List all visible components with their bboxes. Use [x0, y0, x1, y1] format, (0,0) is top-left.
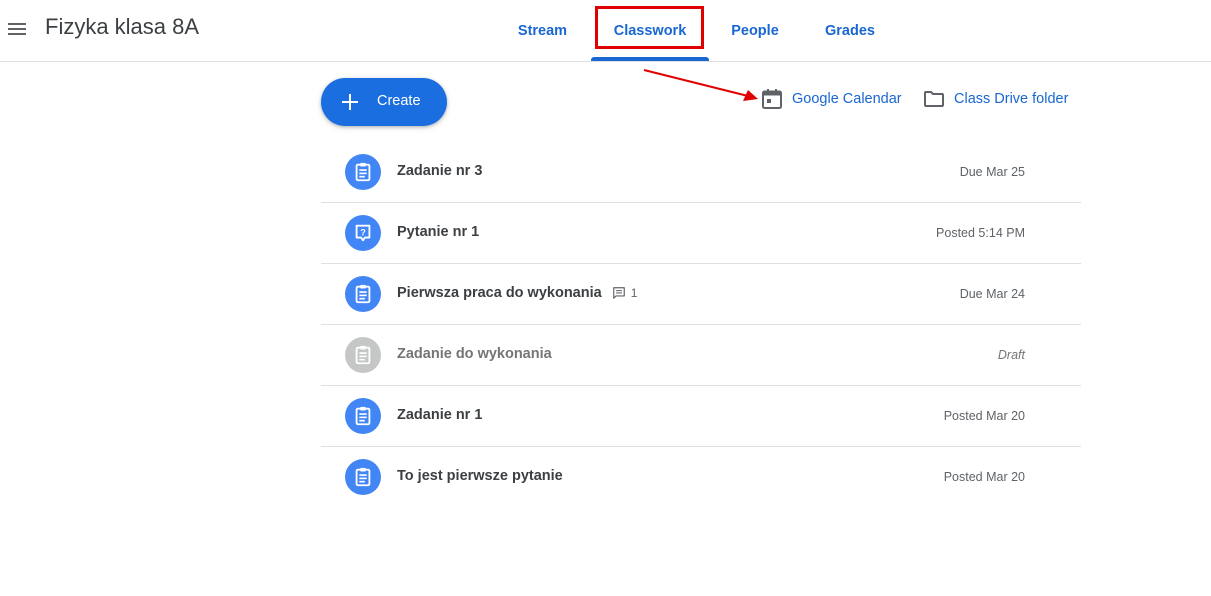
- classwork-list: Zadanie nr 3 Due Mar 25 ? Pytanie nr 1 P…: [321, 142, 1081, 508]
- classwork-item-date: Due Mar 25: [959, 165, 1025, 179]
- classwork-item-title-text: Pierwsza praca do wykonania: [397, 285, 602, 301]
- classwork-item[interactable]: Zadanie nr 1 Posted Mar 20: [321, 386, 1081, 447]
- class-title[interactable]: Fizyka klasa 8A: [45, 14, 199, 40]
- assignment-icon: [345, 398, 381, 434]
- classwork-item-title: Pierwsza praca do wykonania 1: [397, 285, 637, 301]
- classwork-item-title: To jest pierwsze pytanie: [397, 468, 563, 484]
- tab-stream[interactable]: Stream: [505, 0, 580, 61]
- assignment-icon: [345, 337, 381, 373]
- classwork-item-title: Pytanie nr 1: [397, 224, 480, 240]
- calendar-icon: [762, 89, 782, 109]
- annotation-highlight-box: [595, 6, 704, 49]
- assignment-icon: [345, 154, 381, 190]
- top-app-bar: Fizyka klasa 8A Stream Classwork People …: [0, 0, 1211, 62]
- create-button-label: Create: [377, 93, 421, 109]
- annotation-arrow: [643, 69, 758, 101]
- svg-text:?: ?: [360, 227, 366, 237]
- tab-people[interactable]: People: [722, 0, 788, 61]
- plus-icon: [342, 94, 358, 110]
- class-drive-folder-label: Class Drive folder: [954, 91, 1069, 107]
- tab-grades[interactable]: Grades: [815, 0, 885, 61]
- comment-icon: [612, 287, 625, 299]
- assignment-icon: [345, 459, 381, 495]
- hamburger-menu-icon: [8, 23, 26, 35]
- classwork-item-date: Posted 5:14 PM: [936, 226, 1025, 240]
- classwork-item[interactable]: Pierwsza praca do wykonania 1 Due Mar 24: [321, 264, 1081, 325]
- folder-icon: [924, 91, 944, 107]
- active-tab-indicator: [591, 57, 709, 61]
- question-icon: ?: [345, 215, 381, 251]
- google-calendar-label: Google Calendar: [792, 91, 902, 107]
- classwork-item[interactable]: To jest pierwsze pytanie Posted Mar 20: [321, 447, 1081, 508]
- classwork-item[interactable]: Zadanie nr 3 Due Mar 25: [321, 142, 1081, 203]
- classwork-item-date: Posted Mar 20: [943, 409, 1025, 423]
- classwork-item[interactable]: Zadanie do wykonania Draft: [321, 325, 1081, 386]
- comment-count-value: 1: [630, 286, 638, 300]
- classwork-item-title: Zadanie nr 3: [397, 163, 483, 179]
- comment-count: 1: [612, 286, 638, 300]
- classwork-item[interactable]: ? Pytanie nr 1 Posted 5:14 PM: [321, 203, 1081, 264]
- classwork-item-title: Zadanie nr 1: [397, 407, 483, 423]
- assignment-icon: [345, 276, 381, 312]
- class-drive-folder-link[interactable]: Class Drive folder: [922, 86, 1068, 112]
- classwork-item-title: Zadanie do wykonania: [397, 346, 552, 362]
- main-menu-button[interactable]: [5, 17, 29, 41]
- create-button[interactable]: Create: [321, 78, 447, 126]
- classwork-item-status: Draft: [997, 348, 1025, 362]
- google-calendar-link[interactable]: Google Calendar: [760, 86, 902, 112]
- classwork-item-date: Due Mar 24: [959, 287, 1025, 301]
- classwork-item-date: Posted Mar 20: [943, 470, 1025, 484]
